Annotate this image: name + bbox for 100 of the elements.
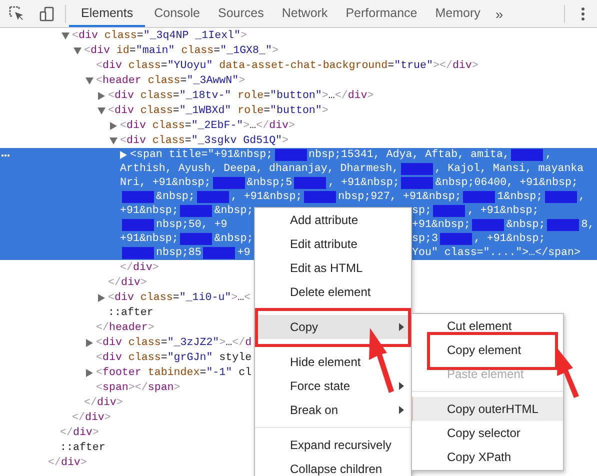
code-line: </div>	[48, 456, 87, 468]
redaction-block	[203, 247, 236, 259]
menu-icon[interactable]	[581, 6, 585, 20]
code-text: , +91&nbsp;	[474, 233, 546, 245]
code-text: &nbsp;06400, +91&nbsp;	[435, 177, 578, 189]
code-line[interactable]: <div class="_2EbF-">…</div>	[120, 120, 296, 132]
code-line[interactable]: <div class="_3q4NP _1Iexl">	[72, 30, 247, 42]
code-text: , +9	[201, 219, 228, 231]
panel-tab[interactable]: Memory	[426, 0, 490, 27]
code-line[interactable]: <div class="YUoyu" data-asset-chat-background="true"></div>	[96, 60, 478, 72]
panel-tab[interactable]: Performance	[336, 0, 426, 27]
menu-item[interactable]: Cut element	[412, 314, 563, 338]
panel-tab[interactable]: Network	[272, 0, 337, 27]
menu-item[interactable]: Break on	[255, 398, 411, 422]
code-line[interactable]: <div id="main" class="_1GX8_">	[84, 44, 278, 56]
redaction-block	[433, 205, 466, 217]
code-line: </div>	[108, 276, 147, 288]
code-text: Nri, +91&nbsp;	[120, 177, 211, 189]
code-text: ,	[545, 149, 552, 161]
redaction-block	[547, 219, 580, 231]
code-line[interactable]: <footer tabindex="-1" cl	[96, 366, 252, 378]
redaction-block	[400, 163, 433, 175]
code-line[interactable]: <div class="_3zJZ2">…</d	[96, 336, 252, 348]
code-line[interactable]: <span></span>	[96, 382, 180, 394]
redaction-block	[544, 191, 577, 203]
disclosure-triangle-icon[interactable]	[110, 122, 117, 130]
menu-item[interactable]: Copy selector	[412, 421, 563, 445]
code-line: </div>	[120, 262, 159, 274]
redaction-block	[122, 191, 154, 203]
disclosure-triangle-icon[interactable]	[110, 137, 118, 144]
code-line[interactable]: <div class="_1i0-u">…<	[108, 292, 251, 304]
menu-item[interactable]: Edit attribute	[255, 232, 411, 256]
code-line[interactable]: <div class="_18tv-" role="button">…</div>	[108, 90, 374, 102]
code-line[interactable]: <div class="_3sgkv Gd51Q">	[120, 134, 289, 146]
menu-item[interactable]: Copy XPath	[412, 445, 563, 469]
disclosure-triangle-icon[interactable]	[98, 92, 105, 100]
panel-tab[interactable]: Console	[145, 0, 209, 27]
code-text: &nbsp;	[156, 191, 195, 203]
code-line[interactable]: <div class="grGJn" style	[96, 352, 252, 364]
menu-item[interactable]: Collapse children	[255, 457, 411, 476]
code-line[interactable]: <div class="_1WBXd" role="button">	[108, 104, 328, 116]
code-text: Arthish, Ayush, Deepa, dhananjay, Dharmesh,	[120, 163, 399, 175]
redaction-block	[511, 149, 544, 161]
disclosure-triangle-icon[interactable]	[98, 294, 105, 302]
code-line[interactable]: ::after	[60, 442, 106, 454]
menu-item[interactable]: Add attribute	[255, 208, 411, 232]
menu-item[interactable]: Force state	[255, 374, 411, 398]
menu-item[interactable]: Expand recursively	[255, 433, 411, 457]
redaction-block	[196, 191, 229, 203]
menu-item[interactable]: Delete element	[255, 280, 411, 304]
redaction-block	[463, 191, 496, 203]
disclosure-triangle-icon[interactable]	[74, 47, 82, 54]
redaction-block	[122, 247, 154, 259]
menu-item[interactable]: Hide element	[255, 350, 411, 374]
code-text: sp;	[412, 205, 432, 217]
code-text: , Kajol, Mansi, mayanka	[434, 163, 584, 175]
code-text: &nbsp;	[214, 205, 254, 217]
code-text: , +91&nbsp;	[230, 191, 302, 203]
code-text: nbsp;15341, Adya, Aftab, amita,	[308, 149, 510, 161]
code-text: , +91&nbsp;	[467, 205, 539, 217]
disclosure-triangle-icon[interactable]	[98, 107, 106, 114]
menu-item[interactable]: Copy outerHTML	[412, 397, 563, 421]
submenu-arrow-icon	[399, 323, 404, 331]
code-text: &nbsp;5	[246, 177, 292, 189]
code-text: You" class="....">…</span>	[412, 247, 580, 259]
menu-item[interactable]: Copy	[255, 315, 411, 339]
inspect-icon[interactable]	[9, 6, 25, 22]
redaction-block	[294, 177, 326, 189]
code-line: </div>	[60, 426, 99, 438]
code-line[interactable]: <header class="_3AwwN">	[96, 74, 246, 86]
code-text: sp;3	[412, 233, 438, 245]
menu-item[interactable]: Copy element	[412, 338, 563, 362]
code-text: +91&nbsp;	[412, 219, 470, 231]
code-text: &nbsp;	[214, 233, 254, 245]
disclosure-triangle-icon[interactable]	[62, 32, 70, 39]
code-line[interactable]: ::after	[108, 306, 154, 318]
code-line: </div>	[84, 396, 123, 408]
code-text: nbsp;85	[156, 247, 202, 259]
disclosure-triangle-icon[interactable]	[86, 77, 94, 84]
more-dots-icon[interactable]	[1, 154, 10, 157]
code-text: &nbsp;	[506, 219, 546, 231]
code-line: </header>	[96, 322, 154, 334]
more-tabs-button[interactable]: »	[489, 0, 510, 27]
device-icon[interactable]	[39, 6, 55, 22]
code-text: <span title="+91&nbsp;	[130, 149, 273, 161]
submenu-arrow-icon	[399, 382, 404, 390]
disclosure-triangle-icon[interactable]	[120, 151, 127, 159]
disclosure-triangle-icon[interactable]	[86, 338, 93, 346]
panel-tab[interactable]: Elements	[69, 0, 146, 27]
redaction-block	[440, 233, 472, 245]
panel-tab[interactable]: Sources	[208, 0, 273, 27]
disclosure-triangle-icon[interactable]	[86, 368, 93, 376]
submenu-arrow-icon	[399, 406, 404, 414]
menu-item[interactable]: Edit as HTML	[255, 256, 411, 280]
redaction-block	[180, 205, 212, 217]
redaction-block	[274, 149, 307, 161]
redaction-block	[401, 177, 434, 189]
code-text: 1&nbsp;	[497, 191, 543, 203]
code-text: nbsp;927, +91&nbsp;	[338, 191, 462, 203]
redaction-block	[122, 219, 154, 231]
